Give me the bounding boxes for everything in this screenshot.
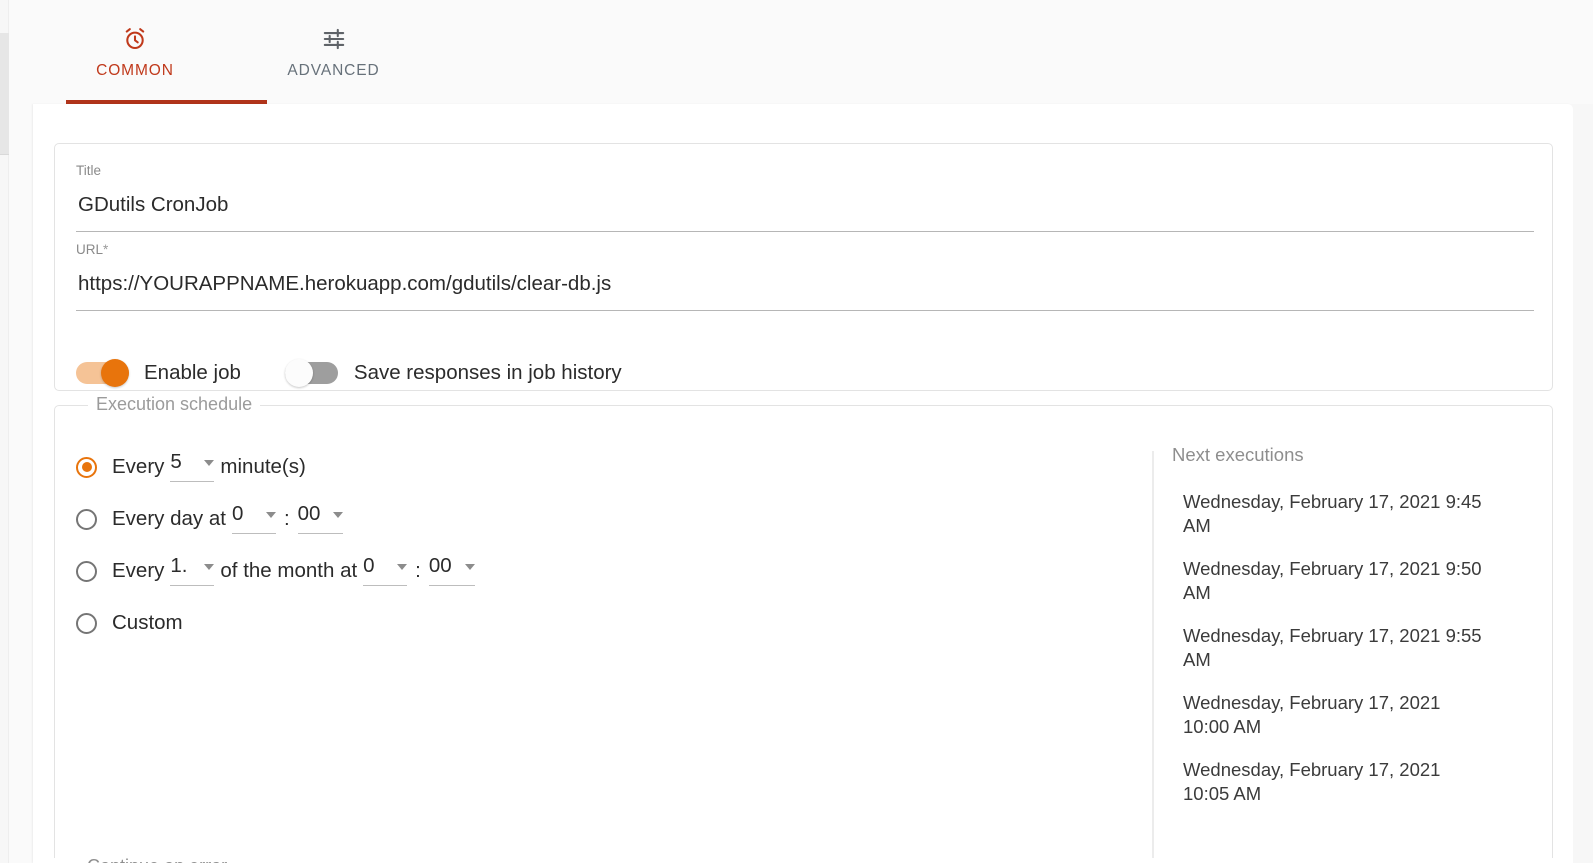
save-history-toggle[interactable] [284, 359, 338, 387]
monthly-time-separator: : [415, 559, 421, 582]
enable-job-toggle[interactable] [76, 359, 129, 387]
radio-every-minutes[interactable] [76, 456, 97, 478]
general-settings-card: Title URL* Enable job Save responses in … [54, 143, 1553, 391]
radio-every-month[interactable] [76, 560, 97, 582]
next-executions-divider [1152, 451, 1154, 858]
alarm-clock-icon [122, 26, 148, 52]
next-executions-panel: Next executions Wednesday, February 17, … [1172, 444, 1512, 825]
daily-minute-select[interactable]: 00 [297, 502, 344, 534]
title-field-underline [76, 230, 1534, 232]
next-execution-item: Wednesday, February 17, 2021 9:50 AM [1183, 557, 1482, 603]
tab-advanced[interactable]: ADVANCED [237, 0, 430, 104]
chevron-down-icon [204, 459, 215, 466]
job-editor-page: COMMON ADVANCED Title GDutils CronJob UR… [0, 0, 1593, 863]
tab-bar: COMMON ADVANCED [32, 0, 1593, 104]
title-field-group: Title [76, 163, 1538, 232]
schedule-option-every-day[interactable]: Every day at 0 : 00 [76, 502, 481, 536]
clipped-bottom-section: Continue on error [54, 857, 1551, 863]
tab-common[interactable]: COMMON [34, 0, 236, 104]
chevron-down-icon [464, 563, 475, 570]
left-gutter-panel [9, 0, 32, 863]
url-label-text: URL [76, 242, 104, 257]
tab-advanced-label: ADVANCED [287, 61, 380, 79]
every-month-prefix: Every [112, 558, 165, 582]
left-rail-highlight [0, 33, 9, 155]
month-day-value: 1. [170, 554, 188, 578]
month-day-select[interactable]: 1. [170, 554, 215, 586]
interval-minutes-value: 5 [170, 450, 182, 474]
next-execution-item: Wednesday, February 17, 2021 10:00 AM [1183, 691, 1441, 737]
schedule-option-custom[interactable]: Custom [76, 606, 481, 640]
monthly-hour-select[interactable]: 0 [363, 554, 408, 586]
execution-schedule-legend: Execution schedule [88, 395, 261, 413]
every-day-prefix: Every day at [112, 506, 226, 530]
toggle-row: Enable job Save responses in job history [76, 356, 622, 390]
enable-job-toggle-thumb [101, 359, 129, 387]
tab-common-label: COMMON [96, 61, 174, 79]
schedule-option-every-month[interactable]: Every 1. of the month at 0 : 00 [76, 554, 481, 588]
schedule-option-every-minutes[interactable]: Every 5 minute(s) [76, 450, 481, 484]
interval-minutes-select[interactable]: 5 [170, 450, 215, 482]
execution-schedule-card: Execution schedule Every 5 minute(s) Eve… [54, 395, 1553, 858]
next-executions-title: Next executions [1172, 444, 1304, 465]
next-execution-item: Wednesday, February 17, 2021 9:55 AM [1183, 624, 1482, 670]
left-edge-rail [0, 0, 9, 863]
radio-every-day[interactable] [76, 508, 97, 530]
page-right-margin [1573, 104, 1593, 863]
url-field-group: URL* [76, 243, 1538, 311]
chevron-down-icon [397, 563, 408, 570]
daily-minute-value: 00 [297, 502, 321, 526]
chevron-down-icon [265, 511, 276, 518]
tune-sliders-icon [321, 26, 347, 52]
daily-time-separator: : [283, 507, 290, 530]
monthly-hour-value: 0 [363, 554, 375, 578]
radio-custom[interactable] [76, 612, 97, 634]
url-input[interactable] [76, 270, 1538, 310]
daily-hour-select[interactable]: 0 [231, 502, 276, 534]
every-minutes-prefix: Every [112, 454, 165, 478]
next-execution-item: Wednesday, February 17, 2021 10:05 AM [1183, 758, 1441, 804]
chevron-down-icon [333, 511, 344, 518]
every-minutes-suffix: minute(s) [220, 454, 306, 478]
save-history-label: Save responses in job history [353, 360, 622, 384]
title-field-label: Title [76, 163, 102, 178]
monthly-minute-value: 00 [428, 554, 452, 578]
next-execution-item: Wednesday, February 17, 2021 9:45 AM [1183, 490, 1482, 536]
every-month-middle: of the month at [220, 558, 358, 582]
save-history-toggle-thumb [284, 359, 313, 387]
monthly-minute-select[interactable]: 00 [428, 554, 475, 586]
required-asterisk: * [103, 242, 109, 257]
chevron-down-icon [204, 563, 215, 570]
enable-job-label: Enable job [144, 360, 241, 384]
schedule-options-list: Every 5 minute(s) Every day at 0 : 00 Ev… [76, 450, 481, 658]
custom-label: Custom [112, 610, 183, 634]
url-field-underline [76, 309, 1534, 311]
clipped-section-legend: Continue on error [87, 857, 227, 863]
left-rail-divider [0, 154, 9, 155]
title-input[interactable] [76, 191, 1538, 231]
daily-hour-value: 0 [231, 502, 244, 526]
url-field-label: URL* [76, 243, 1534, 257]
